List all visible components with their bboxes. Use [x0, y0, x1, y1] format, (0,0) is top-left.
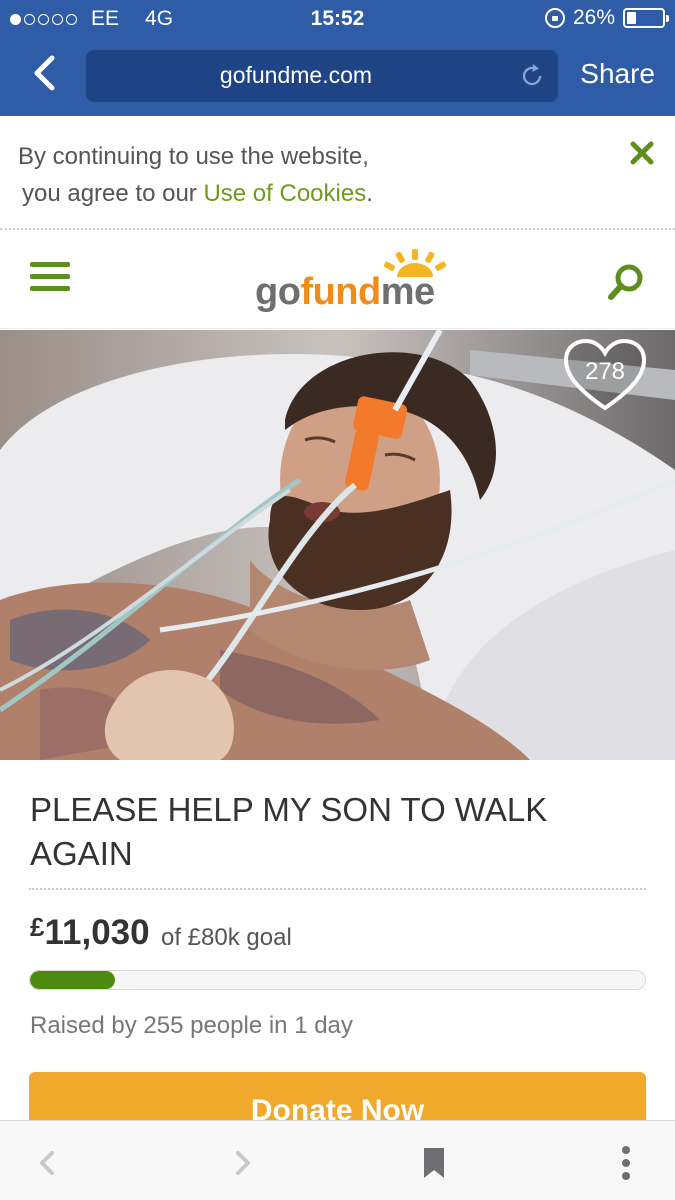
campaign-title: PLEASE HELP MY SON TO WALK AGAIN — [30, 791, 548, 872]
divider — [29, 888, 646, 890]
gofundme-logo[interactable]: gofundme — [255, 249, 455, 319]
back-arrow-icon[interactable] — [28, 1143, 68, 1183]
cookies-link[interactable]: Use of Cookies — [203, 180, 366, 207]
more-options-icon[interactable] — [606, 1143, 646, 1183]
divider — [0, 228, 675, 230]
goal-text: of £80k goal — [161, 924, 292, 951]
raised-value: 11,030 — [44, 913, 150, 952]
cookie-line-1: By continuing to use the website, — [18, 143, 369, 170]
logo-me: me — [380, 271, 435, 313]
logo-fund: fund — [300, 271, 381, 313]
chevron-left-icon — [34, 55, 55, 91]
share-button[interactable]: Share — [580, 58, 655, 90]
status-bar: EE 4G 15:52 26% — [0, 0, 675, 38]
battery-percent: 26% — [572, 6, 615, 29]
heart-favorite-button[interactable]: 278 — [563, 338, 647, 414]
cookie-line-2-end: . — [366, 180, 373, 207]
url-row: gofundme.com Share — [0, 40, 675, 110]
heart-count: 278 — [584, 358, 626, 385]
back-button[interactable] — [22, 48, 72, 98]
battery-icon — [623, 8, 669, 28]
currency-symbol: £ — [30, 912, 45, 942]
cookie-line-2: you agree to our — [22, 180, 204, 207]
raised-amount: £11,030 — [30, 912, 150, 953]
rotation-lock-icon — [544, 8, 565, 28]
cookie-banner: By continuing to use the website, you ag… — [0, 116, 675, 230]
address-bar[interactable]: gofundme.com — [86, 50, 558, 102]
bookmark-icon[interactable] — [414, 1143, 454, 1183]
browser-top-bar: EE 4G 15:52 26% gofundme.com Share — [0, 0, 675, 116]
campaign-photo[interactable]: 278 — [0, 330, 675, 760]
site-header: gofundme — [0, 231, 675, 329]
hamburger-menu-icon[interactable] — [30, 262, 70, 296]
reload-icon[interactable] — [518, 62, 546, 90]
cookie-message: By continuing to use the website, you ag… — [18, 138, 373, 212]
progress-bar — [29, 970, 646, 990]
search-icon[interactable] — [605, 261, 647, 303]
browser-toolbar — [0, 1120, 675, 1200]
address-url: gofundme.com — [219, 62, 373, 88]
forward-arrow-icon[interactable] — [222, 1143, 262, 1183]
progress-fill — [30, 971, 115, 989]
logo-go: go — [255, 271, 301, 313]
raised-by-text: Raised by 255 people in 1 day — [30, 1012, 353, 1039]
close-icon[interactable] — [627, 138, 657, 168]
